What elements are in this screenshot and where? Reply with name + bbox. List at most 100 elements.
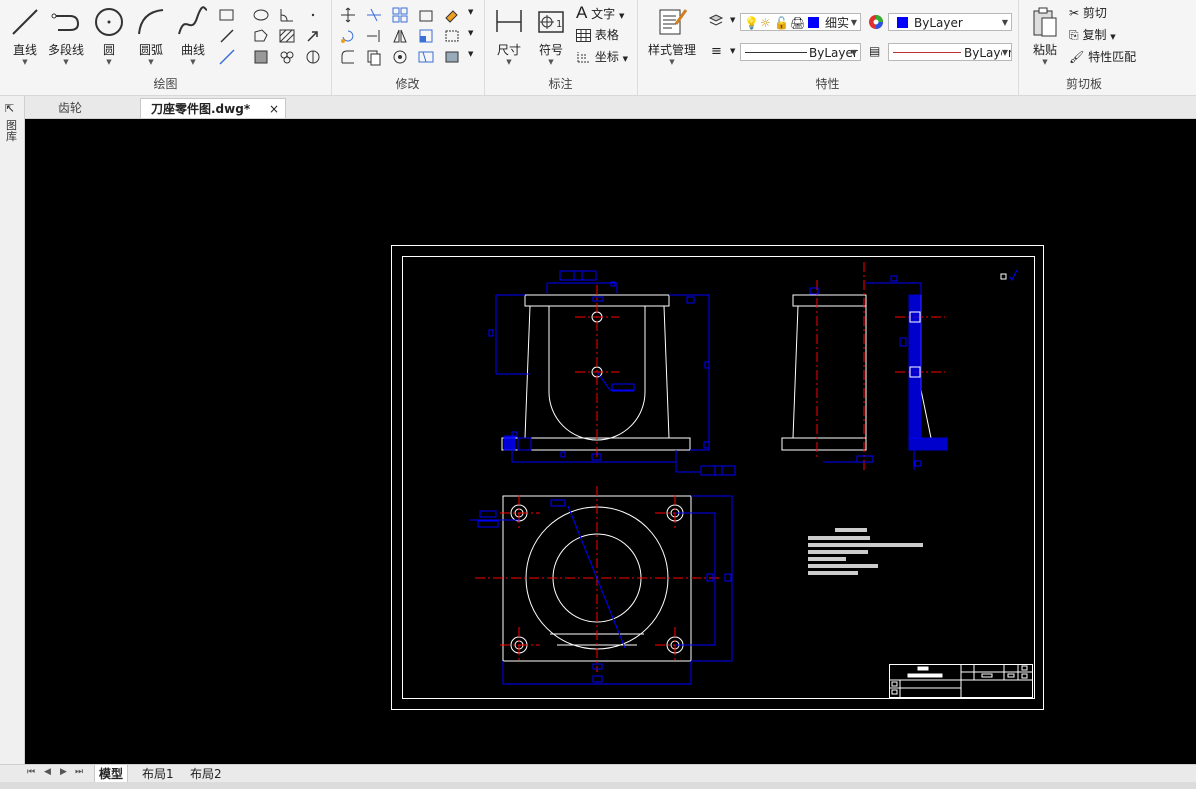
- angle-icon[interactable]: [278, 6, 296, 24]
- pin-icon[interactable]: ⇱: [5, 102, 14, 115]
- polyline-button[interactable]: 多段线 ▼: [45, 4, 87, 68]
- erase-icon[interactable]: [443, 6, 461, 24]
- chevron-down-icon: ▼: [1110, 33, 1116, 41]
- chevron-down-icon[interactable]: ▼: [468, 50, 473, 58]
- sheet-outer-border: [391, 245, 1044, 710]
- chevron-down-icon[interactable]: ▼: [730, 16, 735, 24]
- color-swatch: [897, 17, 908, 28]
- arc-button[interactable]: 圆弧 ▼: [130, 4, 172, 68]
- chevron-down-icon: ▼: [106, 58, 112, 66]
- top-view: [470, 486, 733, 685]
- circle-button[interactable]: 圆 ▼: [88, 4, 130, 68]
- close-icon[interactable]: ×: [269, 99, 279, 119]
- title-block: [889, 664, 1033, 698]
- dimension-button[interactable]: 尺寸 ▼: [488, 4, 530, 68]
- array-icon[interactable]: [391, 6, 409, 24]
- draw-group: 直线 ▼ 多段线 ▼ 圆 ▼ 圆弧 ▼ 曲线 ▼ 绘图: [0, 0, 332, 95]
- table-label: 表格: [594, 28, 619, 42]
- chevron-down-icon: ▼: [669, 58, 675, 66]
- extend-icon[interactable]: [365, 27, 383, 45]
- hatch-icon[interactable]: [278, 27, 296, 45]
- sheet-inner-border: [402, 256, 1035, 699]
- tab-label: 刀座零件图.dwg*: [151, 102, 251, 116]
- text-icon: A: [576, 3, 588, 22]
- pick-arrow-icon[interactable]: [304, 27, 322, 45]
- explode-icon[interactable]: [391, 48, 409, 66]
- paste-label: 粘贴: [1032, 43, 1057, 57]
- match-properties-label: 特性匹配: [1088, 50, 1137, 64]
- chevron-down-icon: ▼: [1001, 18, 1008, 27]
- chevron-down-icon: ▼: [190, 58, 196, 66]
- layer-manager-icon[interactable]: [707, 12, 725, 30]
- cloud-icon[interactable]: [278, 48, 296, 66]
- construction-line-icon[interactable]: [218, 48, 236, 66]
- text-button[interactable]: A 文字 ▼: [576, 3, 624, 23]
- tab-gear-a3[interactable]: 齿轮A3.dwg: [48, 98, 136, 135]
- line-button[interactable]: 直线 ▼: [4, 4, 46, 68]
- tab-layout1[interactable]: 布局1: [138, 765, 178, 783]
- join-icon[interactable]: [443, 48, 461, 66]
- chevron-down-icon[interactable]: ▼: [468, 8, 473, 16]
- copy-button[interactable]: ⎘ 复制 ▼: [1069, 25, 1116, 45]
- dimension-label: 尺寸: [496, 43, 521, 57]
- polyline-label: 多段线: [47, 43, 84, 57]
- move-icon[interactable]: [339, 6, 357, 24]
- rectangle-icon[interactable]: [218, 6, 236, 24]
- table-button[interactable]: 表格: [576, 25, 619, 45]
- prev-layout-icon[interactable]: ◀: [44, 767, 51, 777]
- coordinate-button[interactable]: 坐标 ▼: [576, 47, 628, 67]
- symbol-button[interactable]: 1 符号 ▼: [530, 4, 572, 68]
- tab-layout2[interactable]: 布局2: [186, 765, 226, 783]
- layer-select[interactable]: 💡 ☼ 🔓 🖨 细实 ▼: [740, 13, 861, 31]
- xline-icon[interactable]: [218, 27, 236, 45]
- draw-group-label: 绘图: [153, 77, 178, 91]
- copy-object-icon[interactable]: [365, 48, 383, 66]
- circle-label: 圆: [102, 43, 115, 57]
- technical-notes: [808, 528, 923, 575]
- scissors-icon: ✂: [1069, 6, 1080, 20]
- fillet-icon[interactable]: [339, 48, 357, 66]
- drawing-canvas[interactable]: [25, 119, 1196, 764]
- trim-icon[interactable]: [365, 6, 383, 24]
- first-layout-icon[interactable]: ⏮: [27, 767, 35, 777]
- ellipse-icon[interactable]: [252, 6, 270, 24]
- rotate-icon[interactable]: [339, 27, 357, 45]
- stretch-icon[interactable]: [443, 27, 461, 45]
- annotate-group-label: 标注: [548, 77, 573, 91]
- break-icon[interactable]: [417, 48, 435, 66]
- symbol-icon: 1: [538, 11, 564, 33]
- chevron-down-icon: ▼: [1001, 44, 1008, 60]
- linetype-list-icon[interactable]: ≡: [711, 44, 722, 59]
- document-tab-bar: 齿轮A3.dwg 刀座零件图.dwg* ×: [0, 96, 1196, 135]
- lineweight-select[interactable]: ByLayer ▼: [888, 43, 1012, 61]
- color-wheel-icon[interactable]: [867, 13, 885, 31]
- last-layout-icon[interactable]: ⏭: [75, 767, 83, 777]
- chevron-down-icon: ▼: [622, 55, 629, 63]
- tab-tool-holder-drawing[interactable]: 刀座零件图.dwg* ×: [140, 98, 286, 118]
- lineweight-icon[interactable]: ▤: [869, 44, 880, 58]
- scale-icon[interactable]: [417, 27, 435, 45]
- chevron-down-icon: ▼: [148, 58, 154, 66]
- offset-icon[interactable]: [417, 6, 435, 24]
- cut-button[interactable]: ✂ 剪切: [1069, 3, 1107, 23]
- chevron-down-icon[interactable]: ▼: [468, 29, 473, 37]
- match-properties-button[interactable]: 🖌 特性匹配: [1069, 47, 1136, 67]
- boundary-icon[interactable]: [304, 48, 322, 66]
- paste-button[interactable]: 粘贴 ▼: [1024, 4, 1066, 68]
- front-view: [488, 270, 736, 476]
- layer-name: 细实: [825, 16, 850, 30]
- chevron-down-icon: ▼: [1042, 58, 1048, 66]
- linetype-select[interactable]: ByLayer ▼: [740, 43, 861, 61]
- next-layout-icon[interactable]: ▶: [60, 767, 67, 777]
- block-icon[interactable]: [252, 48, 270, 66]
- mirror-icon[interactable]: [391, 27, 409, 45]
- style-manager-button[interactable]: 样式管理 ▼: [643, 4, 701, 68]
- chevron-down-icon[interactable]: ▼: [730, 47, 735, 55]
- point-icon[interactable]: [304, 6, 322, 24]
- color-select[interactable]: ByLayer ▼: [888, 13, 1012, 31]
- library-panel-toggle[interactable]: 图库: [6, 120, 18, 142]
- cut-label: 剪切: [1082, 6, 1107, 20]
- region-icon[interactable]: [252, 27, 270, 45]
- curve-button[interactable]: 曲线 ▼: [172, 4, 214, 68]
- arc-icon: [138, 9, 164, 35]
